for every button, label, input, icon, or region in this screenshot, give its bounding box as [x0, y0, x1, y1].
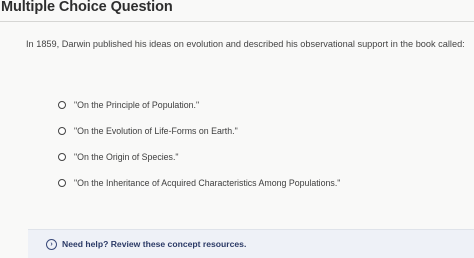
question-text: In 1859, Darwin published his ideas on e…	[26, 39, 465, 49]
radio-button-icon[interactable]	[58, 153, 66, 161]
answer-option-label: "On the Evolution of Life-Forms on Earth…	[74, 126, 238, 136]
answer-option-label: "On the Inheritance of Acquired Characte…	[74, 178, 341, 188]
radio-button-icon[interactable]	[58, 127, 66, 135]
help-resources-bar[interactable]: › Need help? Review these concept resour…	[28, 229, 474, 258]
page-title: Multiple Choice Question	[1, 0, 173, 15]
radio-button-icon[interactable]	[58, 179, 66, 187]
radio-button-icon[interactable]	[58, 101, 66, 109]
help-resources-link[interactable]: Need help? Review these concept resource…	[62, 239, 246, 249]
answer-option-label: "On the Origin of Species."	[74, 152, 179, 162]
chevron-right-circle-icon[interactable]: ›	[46, 239, 57, 250]
answer-option-label: "On the Principle of Population."	[74, 100, 200, 110]
question-page: Multiple Choice Question In 1859, Darwin…	[0, 0, 474, 258]
title-divider	[0, 21, 474, 22]
